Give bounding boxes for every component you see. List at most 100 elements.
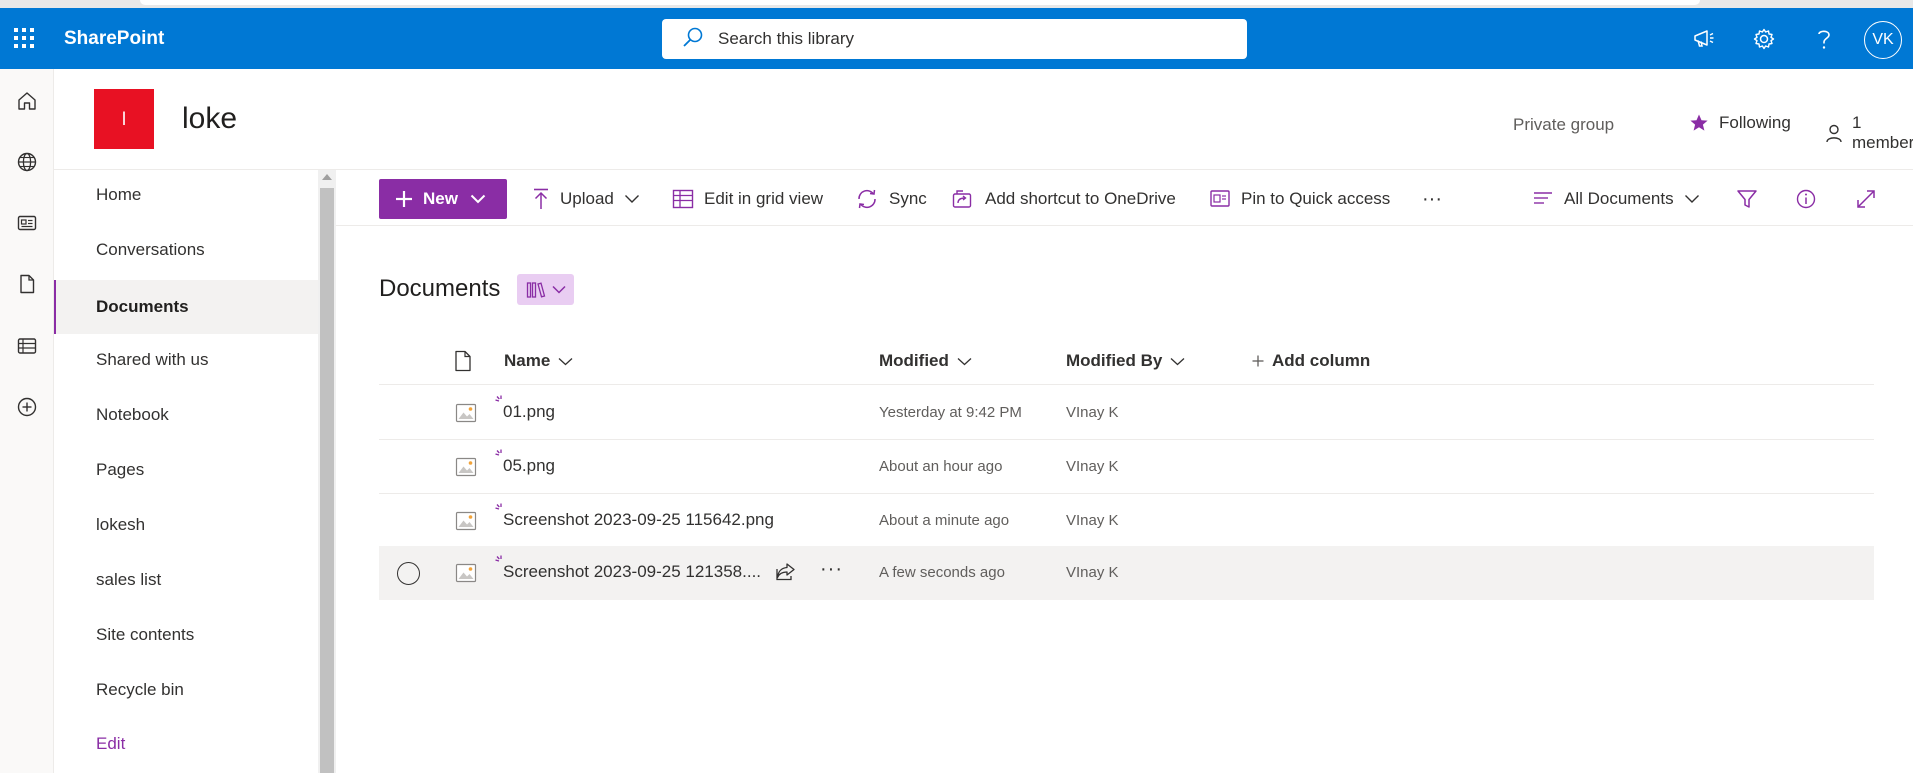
chevron-down-icon (1684, 194, 1700, 204)
avatar[interactable]: VK (1864, 21, 1902, 59)
plus-icon (395, 190, 413, 208)
search-input[interactable] (718, 29, 1198, 49)
app-rail (0, 69, 54, 773)
upload-icon (532, 188, 550, 210)
modified-by-value[interactable]: VInay K (1066, 564, 1119, 581)
add-column-label: Add column (1272, 351, 1371, 370)
file-name-link[interactable]: 01.png (503, 402, 555, 422)
plus-icon (1252, 355, 1264, 367)
file-type-icon (453, 350, 473, 372)
pin-icon (1209, 188, 1231, 210)
browser-strip-pill (140, 0, 1700, 5)
site-header: l loke Private group Following 1 member (54, 69, 1913, 170)
star-icon (1689, 113, 1709, 133)
home-icon[interactable] (11, 85, 43, 117)
nav-item-documents[interactable]: Documents (54, 280, 320, 334)
chevron-down-icon (624, 194, 640, 204)
group-privacy-label: Private group (1513, 115, 1615, 134)
row-select-checkbox[interactable] (397, 562, 420, 585)
add-column-button[interactable]: Add column (1252, 337, 1370, 385)
list-header: Name Modified Modified By Add column (379, 337, 1874, 385)
command-bar: New Upload Edit in grid view Sync Add sh… (336, 170, 1913, 226)
nav-item-notebook[interactable]: Notebook (54, 390, 320, 440)
help-icon[interactable] (1809, 24, 1839, 54)
globe-icon[interactable] (11, 146, 43, 178)
nav-item-home[interactable]: Home (54, 170, 320, 220)
follow-label: Following (1719, 113, 1791, 132)
pin-quick-access-button[interactable]: Pin to Quick access (1209, 184, 1390, 214)
table-row[interactable]: Screenshot 2023-09-25 121358.... ··· A f… (379, 546, 1874, 600)
info-icon[interactable] (1795, 184, 1817, 214)
add-shortcut-button[interactable]: Add shortcut to OneDrive (951, 184, 1176, 214)
person-icon (1824, 123, 1844, 143)
modified-value: About a minute ago (879, 512, 1010, 529)
name-column-label: Name (504, 351, 551, 370)
modified-value: About an hour ago (879, 458, 1003, 475)
table-row[interactable]: Screenshot 2023-09-25 115642.png About a… (379, 494, 1874, 548)
chevron-down-icon (957, 357, 972, 366)
nav-scrollbar[interactable] (318, 170, 336, 773)
nav-item-sales-list[interactable]: sales list (54, 555, 320, 605)
sync-button[interactable]: Sync (855, 184, 927, 214)
search-icon (682, 26, 704, 53)
expand-icon[interactable] (1855, 184, 1877, 214)
app-launcher-icon[interactable] (10, 24, 38, 52)
nav-item-conversations[interactable]: Conversations (54, 225, 320, 275)
modified-by-column-label: Modified By (1066, 351, 1163, 370)
modified-column-header[interactable]: Modified (879, 337, 972, 385)
megaphone-icon[interactable] (1689, 24, 1719, 54)
browser-top-strip (0, 0, 1913, 8)
site-title[interactable]: loke (182, 102, 237, 136)
file-name-link[interactable]: Screenshot 2023-09-25 121358.... (503, 562, 761, 582)
table-row[interactable]: 01.png Yesterday at 9:42 PM VInay K (379, 386, 1874, 440)
gear-icon[interactable] (1749, 24, 1779, 54)
upload-label: Upload (560, 189, 614, 208)
modified-by-value[interactable]: VInay K (1066, 404, 1119, 421)
news-icon[interactable] (11, 207, 43, 239)
add-shortcut-label: Add shortcut to OneDrive (985, 189, 1176, 208)
new-button[interactable]: New (379, 179, 507, 219)
shortcut-icon (951, 188, 975, 210)
library-view-badge[interactable] (517, 274, 574, 305)
row-more-button[interactable]: ··· (820, 558, 843, 581)
file-name-link[interactable]: 05.png (503, 456, 555, 476)
library-icon (526, 281, 546, 299)
create-icon[interactable] (11, 391, 43, 423)
upload-button[interactable]: Upload (532, 184, 640, 214)
image-file-icon (455, 402, 477, 429)
nav-item-lokesh[interactable]: lokesh (54, 500, 320, 550)
view-switcher-button[interactable]: All Documents (1532, 184, 1700, 214)
modified-by-column-header[interactable]: Modified By (1066, 337, 1185, 385)
view-label: All Documents (1564, 189, 1674, 208)
modified-by-value[interactable]: VInay K (1066, 458, 1119, 475)
chevron-down-icon (1170, 357, 1185, 366)
filter-icon[interactable] (1736, 184, 1758, 214)
nav-item-pages[interactable]: Pages (54, 445, 320, 495)
more-commands-button[interactable]: ··· (1422, 184, 1442, 214)
scrollbar-thumb[interactable] (320, 188, 334, 773)
nav-item-recycle-bin[interactable]: Recycle bin (54, 665, 320, 715)
app-name[interactable]: SharePoint (64, 28, 164, 50)
search-box[interactable] (662, 19, 1247, 59)
scroll-up-arrow[interactable] (322, 174, 332, 180)
modified-by-value[interactable]: VInay K (1066, 512, 1119, 529)
nav-edit-link[interactable]: Edit (54, 720, 320, 768)
nav-item-shared-with-us[interactable]: Shared with us (54, 335, 320, 385)
site-navigation: Home Conversations Documents Shared with… (54, 170, 320, 773)
chevron-down-icon (558, 357, 573, 366)
nav-item-site-contents[interactable]: Site contents (54, 610, 320, 660)
list-icon[interactable] (11, 330, 43, 362)
image-file-icon (455, 456, 477, 483)
members-button[interactable]: 1 member (1824, 113, 1913, 153)
follow-button[interactable]: Following (1689, 113, 1791, 133)
pin-quick-access-label: Pin to Quick access (1241, 189, 1391, 208)
edit-grid-view-button[interactable]: Edit in grid view (672, 184, 823, 214)
name-column-header[interactable]: Name (504, 337, 573, 385)
file-name-link[interactable]: Screenshot 2023-09-25 115642.png (503, 510, 774, 530)
table-row[interactable]: 05.png About an hour ago VInay K (379, 440, 1874, 494)
share-icon[interactable] (775, 561, 797, 586)
site-logo[interactable]: l (94, 89, 154, 149)
edit-grid-view-label: Edit in grid view (704, 189, 824, 208)
file-type-column-header[interactable] (453, 337, 473, 385)
file-icon[interactable] (11, 268, 43, 300)
